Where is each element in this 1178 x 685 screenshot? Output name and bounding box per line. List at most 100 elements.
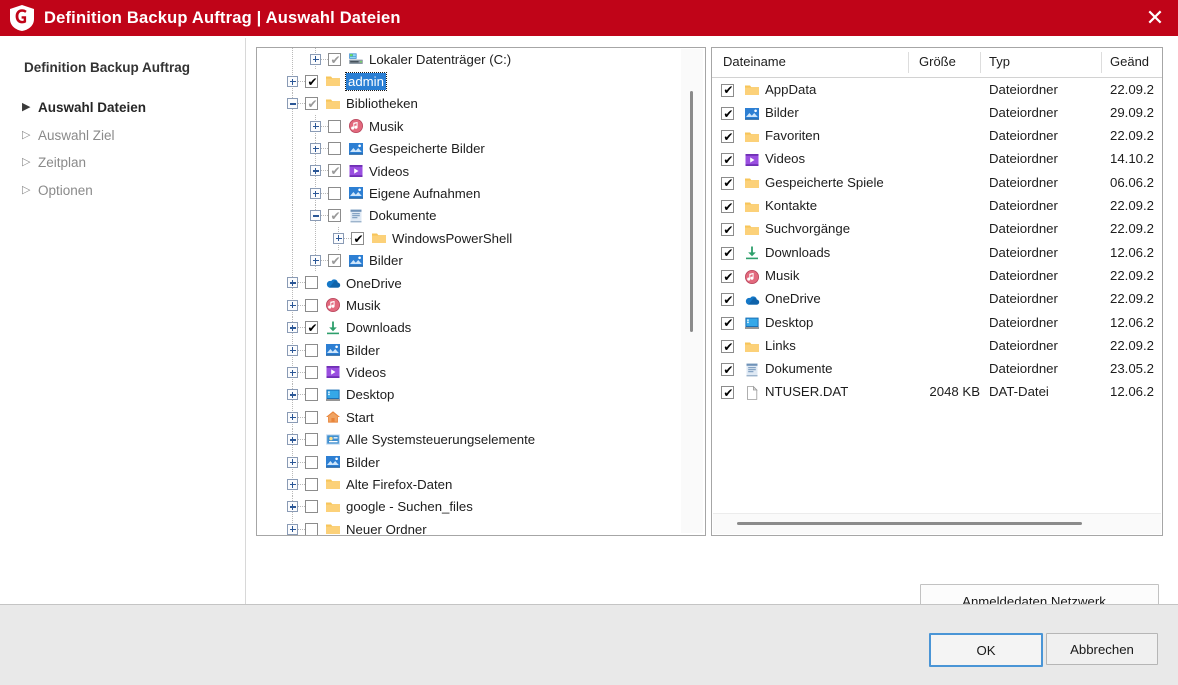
column-divider[interactable] — [908, 52, 909, 73]
tree-node[interactable]: Musik — [257, 294, 705, 317]
tree-node-label[interactable]: Musik — [346, 297, 380, 314]
tree-node[interactable]: Bilder — [257, 451, 705, 474]
file-list-row[interactable]: ✔ OneDrive Dateiordner 22.09.2 — [712, 289, 1162, 312]
expand-icon[interactable] — [287, 389, 298, 401]
tree-node-checkbox[interactable]: ✔ — [328, 209, 341, 223]
file-list-row[interactable]: ✔ Favoriten Dateiordner 22.09.2 — [712, 126, 1162, 149]
expand-icon[interactable] — [287, 299, 298, 311]
tree-node-label[interactable]: Bilder — [369, 252, 403, 269]
file-list-row[interactable]: ✔ Gespeicherte Spiele Dateiordner 06.06.2 — [712, 172, 1162, 195]
tree-node-checkbox[interactable]: ✔ — [305, 321, 318, 335]
tree-node-label[interactable]: Neuer Ordner — [346, 521, 427, 535]
expand-icon[interactable] — [287, 277, 298, 289]
tree-node[interactable]: ✔ Videos — [257, 159, 705, 183]
file-row-checkbox[interactable]: ✔ — [721, 176, 734, 190]
expand-icon[interactable] — [287, 75, 298, 87]
file-row-checkbox[interactable]: ✔ — [721, 316, 734, 330]
tree-node[interactable]: Desktop — [257, 383, 705, 407]
tree-node-checkbox[interactable] — [305, 500, 318, 514]
file-row-checkbox[interactable]: ✔ — [721, 223, 734, 237]
file-row-checkbox[interactable]: ✔ — [721, 83, 734, 97]
tree-node-checkbox[interactable] — [305, 298, 318, 312]
cancel-button[interactable]: Abbrechen — [1046, 633, 1158, 665]
tree-node-label[interactable]: Videos — [369, 163, 409, 180]
file-list-row[interactable]: ✔ Dokumente Dateiordner 23.05.2 — [712, 359, 1162, 382]
file-list-row[interactable]: ✔ AppData Dateiordner 22.09.2 — [712, 79, 1162, 102]
expand-icon[interactable] — [310, 255, 321, 267]
expand-icon[interactable] — [287, 344, 298, 356]
tree-node[interactable]: Start — [257, 406, 705, 429]
column-header-type[interactable]: Typ — [989, 54, 1010, 69]
file-row-checkbox[interactable]: ✔ — [721, 269, 734, 283]
tree-node-checkbox[interactable]: ✔ — [328, 254, 341, 268]
file-row-checkbox[interactable]: ✔ — [721, 153, 734, 167]
expand-icon[interactable] — [287, 322, 298, 334]
file-row-checkbox[interactable]: ✔ — [721, 293, 734, 307]
tree-node-checkbox[interactable]: ✔ — [305, 74, 318, 88]
tree-node-label[interactable]: Alte Firefox-Daten — [346, 476, 452, 493]
column-divider[interactable] — [1101, 52, 1102, 73]
tree-node-label[interactable]: Musik — [369, 118, 403, 135]
tree-node[interactable]: Bilder — [257, 339, 705, 362]
tree-node-checkbox[interactable] — [305, 455, 318, 469]
tree-node-label[interactable]: Desktop — [346, 386, 394, 403]
file-list-panel[interactable]: Dateiname Größe Typ Geänd ✔ AppData Dateio… — [711, 47, 1163, 536]
column-header-name[interactable]: Dateiname — [723, 54, 786, 69]
file-row-checkbox[interactable]: ✔ — [721, 200, 734, 214]
tree-node[interactable]: ✔ Bilder — [257, 249, 705, 272]
tree-node[interactable]: Videos — [257, 361, 705, 384]
file-list-row[interactable]: ✔ Links Dateiordner 22.09.2 — [712, 335, 1162, 358]
tree-node-label[interactable]: Alle Systemsteuerungselemente — [346, 431, 535, 448]
file-list-row[interactable]: ✔ Videos Dateiordner 14.10.2 — [712, 149, 1162, 172]
file-list-row[interactable]: ✔ Bilder Dateiordner 29.09.2 — [712, 102, 1162, 125]
tree-node-label[interactable]: Bibliotheken — [346, 95, 418, 112]
tree-node-label[interactable]: Bilder — [346, 342, 380, 359]
collapse-icon[interactable] — [310, 210, 321, 222]
tree-node[interactable]: ✔ Lokaler Datenträger (C:) — [257, 48, 705, 71]
expand-icon[interactable] — [310, 120, 321, 132]
file-row-checkbox[interactable]: ✔ — [721, 363, 734, 377]
file-list-row[interactable]: ✔ Musik Dateiordner 22.09.2 — [712, 265, 1162, 288]
tree-node-label[interactable]: admin — [345, 71, 387, 91]
tree-node-checkbox[interactable] — [328, 142, 341, 156]
sidebar-item-3[interactable]: ▷ Zeitplan — [22, 151, 232, 174]
tree-node[interactable]: Alte Firefox-Daten — [257, 473, 705, 496]
tree-node-checkbox[interactable] — [305, 388, 318, 402]
tree-node-label[interactable]: Lokaler Datenträger (C:) — [369, 51, 511, 68]
tree-node[interactable]: Eigene Aufnahmen — [257, 182, 705, 205]
tree-node[interactable]: Gespeicherte Bilder — [257, 137, 705, 160]
tree-node-checkbox[interactable] — [305, 522, 318, 535]
tree-node-label[interactable]: Bilder — [346, 454, 380, 471]
column-divider[interactable] — [980, 52, 981, 73]
tree-node-checkbox[interactable] — [305, 343, 318, 357]
file-list-hscrollbar-thumb[interactable] — [737, 522, 1082, 525]
expand-icon[interactable] — [310, 187, 321, 199]
ok-button[interactable]: OK — [929, 633, 1043, 667]
close-icon[interactable]: ✕ — [1132, 0, 1178, 36]
tree-node-label[interactable]: google - Suchen_files — [346, 498, 473, 515]
expand-icon[interactable] — [287, 501, 298, 513]
tree-node-label[interactable]: OneDrive — [346, 275, 402, 292]
file-list-row[interactable]: ✔ Kontakte Dateiordner 22.09.2 — [712, 196, 1162, 219]
tree-node[interactable]: Alle Systemsteuerungselemente — [257, 428, 705, 452]
expand-icon[interactable] — [310, 143, 321, 155]
tree-node-checkbox[interactable] — [328, 186, 341, 200]
tree-node-checkbox[interactable]: ✔ — [328, 164, 341, 178]
column-header-modified[interactable]: Geänd — [1110, 54, 1149, 69]
tree-node[interactable]: Musik — [257, 115, 705, 138]
collapse-icon[interactable] — [287, 98, 298, 110]
tree-node[interactable]: ✔ admin — [257, 70, 705, 93]
expand-icon[interactable] — [287, 411, 298, 423]
sidebar-item-1[interactable]: ▶ Auswahl Dateien — [22, 96, 232, 119]
expand-icon[interactable] — [310, 53, 321, 65]
tree-node-label[interactable]: Dokumente — [369, 207, 436, 224]
file-list-hscrollbar-track[interactable] — [713, 513, 1161, 534]
tree-scrollbar-thumb[interactable] — [690, 91, 693, 332]
folder-tree-panel[interactable]: ✔ Lokaler Datenträger (C:) ✔ admin ✔ Biblioth… — [256, 47, 706, 536]
file-list-row[interactable]: ✔ Suchvorgänge Dateiordner 22.09.2 — [712, 219, 1162, 242]
tree-node-label[interactable]: Gespeicherte Bilder — [369, 140, 485, 157]
tree-node-label[interactable]: Videos — [346, 364, 386, 381]
tree-node[interactable]: OneDrive — [257, 271, 705, 295]
tree-node-label[interactable]: Downloads — [346, 319, 411, 336]
tree-node-checkbox[interactable] — [305, 365, 318, 379]
